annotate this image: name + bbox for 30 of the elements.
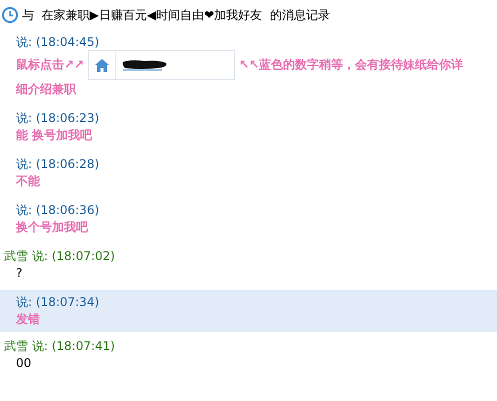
message-text: ? [16,266,22,280]
said-label: 说: [32,339,48,353]
message-time: (18:06:23) [36,111,100,125]
said-label: 说: [16,35,32,49]
message-text: ↖↖蓝色的数字稍等，会有接待妹纸给你详 [239,57,464,72]
message-time: (18:06:36) [36,203,100,217]
message-time: (18:07:02) [52,249,115,263]
clock-icon [2,6,18,22]
said-label: 说: [16,157,32,171]
selected-message-highlight[interactable]: 说: (18:07:34) 发错 [0,290,497,332]
message-text: 发错 [16,312,40,326]
home-icon [95,58,110,72]
message-time: (18:06:28) [36,157,100,171]
redaction-mark [122,59,168,71]
message-time: (18:04:45) [36,35,100,49]
message-text: 细介绍兼职 [16,82,76,96]
said-label: 说: [16,111,32,125]
message-text: 鼠标点击↗↗ [16,57,84,72]
window-title: 与 在家兼职▶日赚百元◀时间自由❤加我好友 的消息记录 [22,6,330,24]
message-text: 换个号加我吧 [16,220,88,234]
message-time: (18:07:41) [52,339,115,353]
said-label: 说: [32,249,48,263]
said-label: 说: [16,203,32,217]
message-text: 能 换号加我吧 [16,128,92,142]
sender-name: 武雪 [4,249,28,263]
message-time: (18:07:34) [36,295,100,309]
message-text: 不能 [16,174,40,188]
said-label: 说: [16,295,32,309]
message-text: 00 [16,356,32,370]
sender-name: 武雪 [4,339,28,353]
